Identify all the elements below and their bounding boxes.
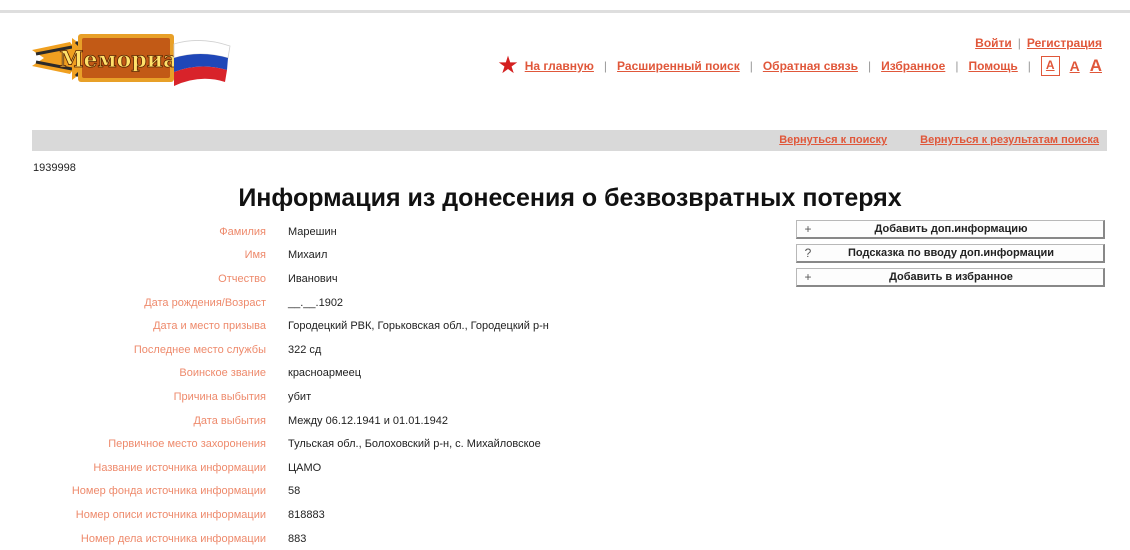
field-row: Имя Михаил	[0, 244, 790, 268]
separator: |	[603, 59, 608, 73]
back-to-search-link[interactable]: Вернуться к поиску	[779, 134, 887, 146]
field-value: Тульская обл., Болоховский р-н, с. Михай…	[288, 438, 541, 451]
navigation-bar: Вернуться к поиску Вернуться к результат…	[32, 130, 1107, 151]
field-label: Фамилия	[219, 225, 266, 238]
field-label: Номер описи источника информации	[75, 508, 266, 521]
register-link[interactable]: Регистрация	[1027, 36, 1102, 50]
field-label: Причина выбытия	[173, 390, 266, 403]
field-row: Дата рождения/Возраст __.__.1902	[0, 291, 790, 315]
back-to-results-link[interactable]: Вернуться к результатам поиска	[920, 134, 1099, 146]
top-divider	[0, 10, 1130, 13]
field-label: Воинское звание	[179, 367, 266, 380]
add-to-favorites-button[interactable]: + Добавить в избранное	[796, 268, 1105, 287]
field-row: Дата и место призыва Городецкий РВК, Горь…	[0, 314, 790, 338]
button-label: Подсказка по вводу доп.информации	[848, 247, 1054, 259]
field-row: Номер фонда источника информации 58	[0, 480, 790, 504]
input-hint-button[interactable]: ? Подсказка по вводу доп.информации	[796, 244, 1105, 263]
field-row: Последнее место службы 322 сд	[0, 338, 790, 362]
font-size-medium-button[interactable]: A	[1070, 58, 1080, 74]
add-info-button[interactable]: + Добавить доп.информацию	[796, 220, 1105, 239]
nav-advanced-search-link[interactable]: Расширенный поиск	[617, 59, 740, 73]
page-title: Информация из донесения о безвозвратных …	[238, 184, 902, 212]
field-value: Между 06.12.1941 и 01.01.1942	[288, 414, 448, 427]
field-label: Номер фонда источника информации	[71, 485, 266, 498]
field-label: Название источника информации	[93, 461, 266, 474]
field-label: Дата и место призыва	[153, 320, 266, 333]
separator: |	[867, 59, 872, 73]
star-icon: ★	[497, 52, 519, 79]
field-row: Отчество Иванович	[0, 267, 790, 291]
svg-text:Мемориал: Мемориал	[59, 47, 193, 73]
field-value: убит	[288, 390, 312, 403]
action-buttons: + Добавить доп.информацию? Подсказка по вв…	[796, 220, 1105, 292]
field-label: Отчество	[218, 272, 266, 285]
field-row: Номер дела источника информации 883	[0, 527, 790, 550]
field-label: Последнее место службы	[133, 343, 266, 356]
login-link[interactable]: Войти	[975, 36, 1012, 50]
field-value: красноармеец	[288, 367, 362, 380]
record-fields: Фамилия Марешин Имя Михаил Отчество Иванович Д…	[0, 220, 790, 550]
field-row: Причина выбытия убит	[0, 385, 790, 409]
field-value: ЦАМО	[288, 461, 322, 474]
button-label: Добавить в избранное	[889, 271, 1013, 283]
field-label: Первичное место захоронения	[108, 438, 266, 451]
auth-links: Войти | Регистрация	[975, 36, 1102, 50]
separator: |	[1017, 36, 1021, 50]
plus-icon: +	[804, 270, 812, 284]
font-size-small-button[interactable]: A	[1040, 56, 1060, 76]
plus-icon: +	[804, 222, 812, 236]
separator: |	[955, 59, 959, 73]
field-value: Марешин	[288, 225, 337, 238]
field-value: Городецкий РВК, Горьковская обл., Городе…	[288, 320, 549, 333]
field-row: Дата выбытия Между 06.12.1941 и 01.01.194…	[0, 409, 790, 433]
question-icon: ?	[804, 246, 812, 260]
field-value: __.__.1902	[288, 296, 344, 309]
field-value: 322 сд	[288, 343, 322, 356]
nav-favorites-link[interactable]: Избранное	[881, 59, 945, 73]
nav-home-link[interactable]: На главную	[525, 59, 594, 73]
field-value: 883	[288, 532, 307, 545]
field-value: Михаил	[288, 249, 328, 262]
field-row: Воинское звание красноармеец	[0, 362, 790, 386]
field-label: Дата рождения/Возраст	[144, 296, 266, 309]
memorial-logo[interactable]: Мемориал	[30, 28, 235, 90]
field-row: Номер описи источника информации 818883	[0, 503, 790, 527]
field-row: Название источника информации ЦАМО	[0, 456, 790, 480]
field-label: Имя	[244, 249, 266, 262]
field-row: Фамилия Марешин	[0, 220, 790, 244]
field-label: Дата выбытия	[193, 414, 266, 427]
button-label: Добавить доп.информацию	[874, 223, 1028, 235]
nav-feedback-link[interactable]: Обратная связь	[763, 59, 858, 73]
field-value: Иванович	[288, 272, 338, 285]
back-links: Вернуться к поиску Вернуться к результат…	[749, 134, 1099, 146]
record-id: 1939998	[33, 162, 76, 174]
font-size-large-button[interactable]: A	[1090, 56, 1102, 76]
field-label: Номер дела источника информации	[80, 532, 266, 545]
field-value: 818883	[288, 508, 325, 521]
separator: |	[749, 59, 753, 73]
nav-help-link[interactable]: Помощь	[968, 59, 1017, 73]
separator: |	[1027, 59, 1031, 73]
main-nav: ★ На главную | Расширенный поиск | Обрат…	[497, 52, 1102, 79]
field-value: 58	[288, 485, 301, 498]
field-row: Первичное место захоронения Тульская обл.…	[0, 432, 790, 456]
